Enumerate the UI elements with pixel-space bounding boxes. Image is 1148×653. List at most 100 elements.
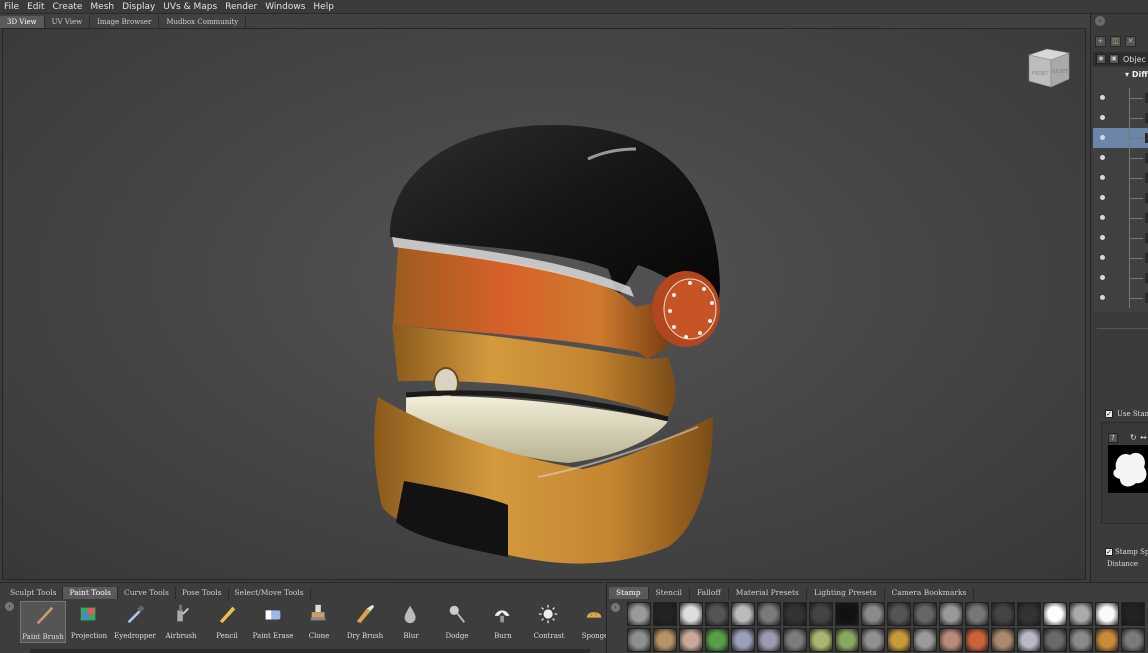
tab-falloff[interactable]: Falloff	[690, 587, 729, 599]
stamp-thumbnail[interactable]	[913, 602, 937, 626]
stamp-thumbnail[interactable]	[1017, 628, 1041, 652]
menu-item-render[interactable]: Render	[221, 0, 261, 14]
menu-item-uvs-maps[interactable]: UVs & Maps	[159, 0, 221, 14]
stamp-thumbnail[interactable]	[1043, 628, 1067, 652]
tab-curve-tools[interactable]: Curve Tools	[118, 587, 176, 599]
stamp-thumbnail[interactable]	[705, 628, 729, 652]
menu-item-create[interactable]: Create	[49, 0, 87, 14]
menu-item-mesh[interactable]: Mesh	[86, 0, 118, 14]
stamp-thumbnail[interactable]	[913, 628, 937, 652]
tool-dodge[interactable]: Dodge	[434, 601, 480, 643]
stamp-thumbnail[interactable]	[783, 602, 807, 626]
layer-row[interactable]	[1093, 288, 1148, 308]
stamp-thumbnail[interactable]	[1069, 628, 1093, 652]
help-icon[interactable]: ?	[1108, 433, 1118, 443]
stamp-thumbnail[interactable]	[1121, 602, 1145, 626]
stamp-thumbnail[interactable]	[627, 602, 651, 626]
menu-item-edit[interactable]: Edit	[23, 0, 48, 14]
3d-viewport[interactable]: FRONT RIGHT	[2, 28, 1086, 580]
stamp-thumbnail[interactable]	[757, 602, 781, 626]
tab-lighting-presets[interactable]: Lighting Presets	[807, 587, 885, 599]
stamp-thumbnail[interactable]	[627, 628, 651, 652]
layer-row[interactable]	[1093, 148, 1148, 168]
tool-pencil[interactable]: Pencil	[204, 601, 250, 643]
stamp-thumbnail[interactable]	[705, 602, 729, 626]
tool-contrast[interactable]: Contrast	[526, 601, 572, 643]
stamp-thumbnail[interactable]	[653, 602, 677, 626]
visibility-toggle-icon[interactable]	[1100, 215, 1105, 220]
lock-column-icon[interactable]: ▣	[1109, 54, 1119, 64]
tool-eyedropper[interactable]: Eyedropper	[112, 601, 158, 643]
tab-pose-tools[interactable]: Pose Tools	[176, 587, 229, 599]
layer-row[interactable]	[1093, 228, 1148, 248]
tab-select-move-tools[interactable]: Select/Move Tools	[229, 587, 311, 599]
stamp-thumbnail[interactable]	[679, 602, 703, 626]
tool-airbrush[interactable]: Airbrush	[158, 601, 204, 643]
visibility-toggle-icon[interactable]	[1100, 135, 1105, 140]
visibility-toggle-icon[interactable]	[1100, 115, 1105, 120]
visibility-toggle-icon[interactable]	[1100, 195, 1105, 200]
tree-group-label[interactable]: ▾ Diff	[1125, 70, 1148, 79]
visibility-toggle-icon[interactable]	[1100, 235, 1105, 240]
stamp-thumbnail[interactable]	[679, 628, 703, 652]
tool-paint-brush[interactable]: Paint Brush	[20, 601, 66, 643]
flip-stamp-icon[interactable]: ↔	[1140, 433, 1147, 442]
layer-row[interactable]	[1093, 188, 1148, 208]
visibility-toggle-icon[interactable]	[1100, 275, 1105, 280]
stamp-thumbnail[interactable]	[1121, 628, 1145, 652]
layer-row[interactable]	[1093, 248, 1148, 268]
stamp-thumbnail[interactable]	[1095, 628, 1119, 652]
visibility-toggle-icon[interactable]	[1100, 95, 1105, 100]
presets-scroll-left-icon[interactable]: ‹	[611, 603, 620, 612]
tab-material-presets[interactable]: Material Presets	[729, 587, 807, 599]
stamp-thumbnail[interactable]	[835, 602, 859, 626]
stamp-thumbnail[interactable]	[731, 602, 755, 626]
tool-projection[interactable]: Projection	[66, 601, 112, 643]
layer-row[interactable]	[1093, 168, 1148, 188]
layer-row[interactable]	[1093, 88, 1148, 108]
layer-row[interactable]	[1093, 268, 1148, 288]
layer-row[interactable]	[1093, 128, 1148, 148]
tool-clone[interactable]: Clone	[296, 601, 342, 643]
stamp-thumbnail[interactable]	[861, 628, 885, 652]
tool-tray-scrollbar[interactable]	[30, 649, 590, 653]
stamp-thumbnail[interactable]	[861, 602, 885, 626]
stamp-thumbnail[interactable]	[731, 628, 755, 652]
tab-uv-view[interactable]: UV View	[45, 16, 91, 28]
rotate-stamp-icon[interactable]: ↻	[1130, 433, 1137, 442]
stamp-thumbnail[interactable]	[887, 602, 911, 626]
tab-camera-bookmarks[interactable]: Camera Bookmarks	[885, 587, 975, 599]
tab-3d-view[interactable]: 3D View	[0, 16, 45, 28]
new-layer-icon[interactable]: +	[1095, 36, 1106, 47]
visibility-column-icon[interactable]: ◉	[1096, 54, 1106, 64]
stamp-thumbnail[interactable]	[809, 628, 833, 652]
stamp-thumbnail[interactable]	[965, 602, 989, 626]
stamp-thumbnail[interactable]	[757, 628, 781, 652]
tab-stamp[interactable]: Stamp	[609, 587, 649, 599]
visibility-toggle-icon[interactable]	[1100, 155, 1105, 160]
tray-scroll-left-icon[interactable]: ‹	[5, 602, 14, 611]
tool-dry-brush[interactable]: Dry Brush	[342, 601, 388, 643]
stamp-thumbnail[interactable]	[835, 628, 859, 652]
stamp-thumbnail[interactable]	[991, 628, 1015, 652]
stamp-thumbnail[interactable]	[965, 628, 989, 652]
tool-paint-erase[interactable]: Paint Erase	[250, 601, 296, 643]
layer-row[interactable]	[1093, 108, 1148, 128]
visibility-toggle-icon[interactable]	[1100, 295, 1105, 300]
viewcube[interactable]: FRONT RIGHT	[1025, 45, 1073, 91]
stamp-thumbnail[interactable]	[653, 628, 677, 652]
stamp-thumbnail[interactable]	[1095, 602, 1119, 626]
tab-paint-tools[interactable]: Paint Tools	[63, 587, 118, 599]
use-stamp-checkbox[interactable]: ✓	[1105, 410, 1113, 418]
stamp-thumbnail[interactable]	[809, 602, 833, 626]
collapse-panel-icon[interactable]: ›	[1095, 16, 1105, 26]
stamp-thumbnail[interactable]	[939, 628, 963, 652]
layer-row[interactable]	[1093, 208, 1148, 228]
tool-blur[interactable]: Blur	[388, 601, 434, 643]
stamp-thumbnail[interactable]	[783, 628, 807, 652]
visibility-toggle-icon[interactable]	[1100, 175, 1105, 180]
tab-image-browser[interactable]: Image Browser	[90, 16, 160, 28]
tab-mudbox-community[interactable]: Mudbox Community	[159, 16, 247, 28]
tab-stencil[interactable]: Stencil	[649, 587, 690, 599]
helmet-model[interactable]	[368, 97, 738, 577]
